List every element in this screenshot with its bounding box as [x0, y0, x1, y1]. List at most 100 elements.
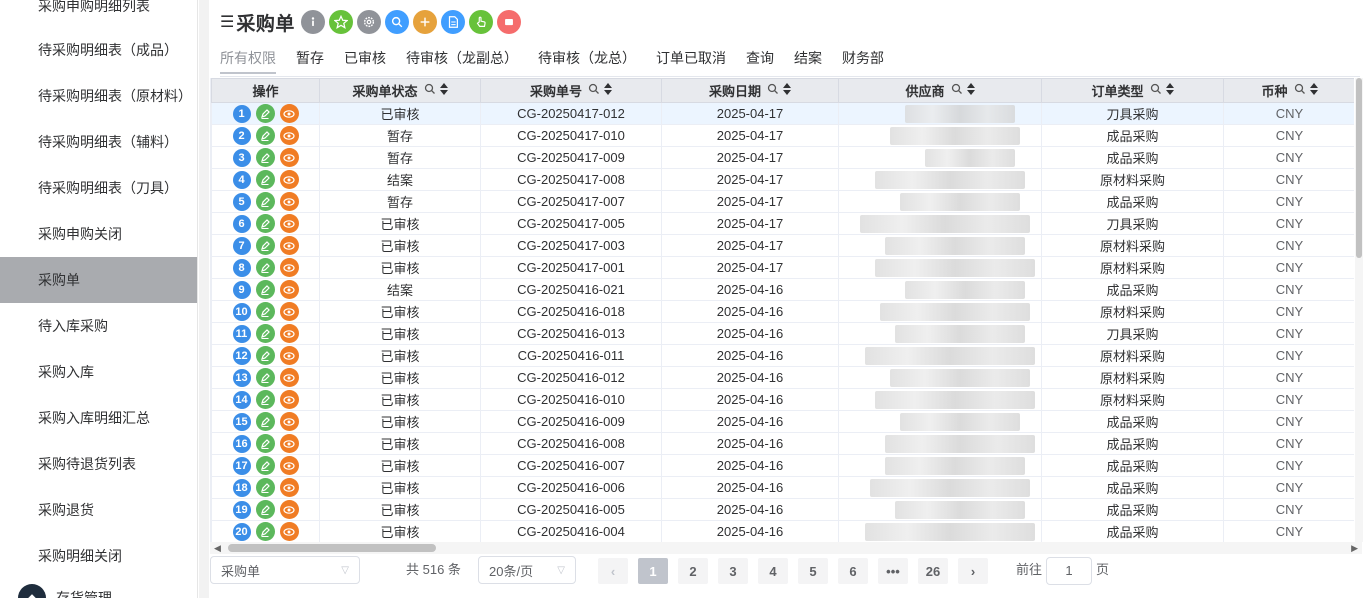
table-row[interactable]: 7 已审核 CG-20250417-003 2025-04-17 原材料采购 CNY — [211, 234, 1354, 257]
tab-item[interactable]: 暂存 — [296, 42, 324, 74]
table-row[interactable]: 18 已审核 CG-20250416-006 2025-04-16 成品采购 CNY — [211, 476, 1354, 499]
edit-icon[interactable] — [255, 500, 275, 519]
edit-icon[interactable] — [255, 192, 275, 211]
edit-icon[interactable] — [255, 214, 275, 233]
table-row[interactable]: 10 已审核 CG-20250416-018 2025-04-16 原材料采购 CNY — [211, 300, 1354, 323]
edit-icon[interactable] — [255, 236, 275, 255]
sidebar-item[interactable]: 采购退货 — [0, 487, 197, 533]
sidebar-item[interactable]: 待入库采购 — [0, 303, 197, 349]
sidebar-item[interactable]: 采购申购明细列表 — [0, 0, 197, 29]
table-row[interactable]: 9 结案 CG-20250416-021 2025-04-16 成品采购 CNY — [211, 278, 1354, 301]
view-icon[interactable] — [279, 324, 299, 343]
view-icon[interactable] — [279, 170, 299, 189]
table-row[interactable]: 3 暂存 CG-20250417-009 2025-04-17 成品采购 CNY — [211, 146, 1354, 169]
filter-search-icon[interactable] — [1150, 83, 1162, 98]
sidebar-item[interactable]: 待采购明细表（刀具） — [0, 165, 197, 211]
sort-icon[interactable] — [1309, 83, 1318, 98]
table-row[interactable]: 12 已审核 CG-20250416-011 2025-04-16 原材料采购 CNY — [211, 344, 1354, 367]
page-button[interactable]: 6 — [838, 558, 868, 584]
edit-icon[interactable] — [255, 170, 275, 189]
sidebar-item[interactable]: 待采购明细表（成品） — [0, 27, 197, 73]
table-row[interactable]: 13 已审核 CG-20250416-012 2025-04-16 原材料采购 CNY — [211, 366, 1354, 389]
edit-icon[interactable] — [255, 148, 275, 167]
plus-button[interactable] — [412, 10, 437, 34]
view-icon[interactable] — [279, 104, 299, 123]
view-icon[interactable] — [279, 368, 299, 387]
goto-page-input[interactable]: 1 — [1046, 557, 1092, 585]
table-row[interactable]: 5 暂存 CG-20250417-007 2025-04-17 成品采购 CNY — [211, 190, 1354, 213]
page-button[interactable]: 3 — [718, 558, 748, 584]
table-row[interactable]: 19 已审核 CG-20250416-005 2025-04-16 成品采购 CNY — [211, 498, 1354, 521]
page-button[interactable]: 26 — [918, 558, 948, 584]
table-row[interactable]: 17 已审核 CG-20250416-007 2025-04-16 成品采购 CNY — [211, 454, 1354, 477]
column-header[interactable]: 采购日期 — [661, 78, 839, 103]
vertical-scroll-thumb[interactable] — [1356, 78, 1362, 258]
sort-icon[interactable] — [604, 83, 612, 98]
edit-icon[interactable] — [255, 456, 275, 475]
view-icon[interactable] — [279, 500, 299, 519]
scroll-right-icon[interactable]: ▶ — [1351, 542, 1358, 554]
sidebar-item[interactable]: 待采购明细表（原材料） — [0, 73, 197, 119]
column-header[interactable]: 采购单号 — [480, 78, 662, 103]
sidebar-item[interactable]: 采购单 — [0, 257, 197, 303]
star-button[interactable] — [328, 10, 353, 34]
column-header[interactable]: 操作 — [211, 78, 320, 103]
table-row[interactable]: 11 已审核 CG-20250416-013 2025-04-16 刀具采购 CNY — [211, 322, 1354, 345]
table-row[interactable]: 8 已审核 CG-20250417-001 2025-04-17 原材料采购 CNY — [211, 256, 1354, 279]
tab-item[interactable]: 所有权限 — [220, 42, 276, 74]
edit-icon[interactable] — [255, 522, 275, 541]
view-icon[interactable] — [279, 258, 299, 277]
filter-search-icon[interactable] — [424, 83, 436, 98]
view-icon[interactable] — [279, 346, 299, 365]
sidebar-item[interactable]: 采购入库 — [0, 349, 197, 395]
menu-icon[interactable]: ☰ — [220, 12, 234, 32]
table-row[interactable]: 16 已审核 CG-20250416-008 2025-04-16 成品采购 CNY — [211, 432, 1354, 455]
edit-icon[interactable] — [255, 434, 275, 453]
view-icon[interactable] — [279, 126, 299, 145]
search-button[interactable] — [384, 10, 409, 34]
column-header[interactable]: 订单类型 — [1041, 78, 1224, 103]
tab-item[interactable]: 待审核（龙副总） — [406, 42, 518, 74]
filter-search-icon[interactable] — [1294, 83, 1306, 98]
edit-icon[interactable] — [255, 280, 275, 299]
table-row[interactable]: 4 结案 CG-20250417-008 2025-04-17 原材料采购 CNY — [211, 168, 1354, 191]
edit-icon[interactable] — [255, 324, 275, 343]
column-header[interactable]: 采购单状态 — [319, 78, 481, 103]
sidebar-group-inventory[interactable]: ◆ 存货管理 — [18, 584, 112, 598]
sidebar-item[interactable]: 采购入库明细汇总 — [0, 395, 197, 441]
sort-icon[interactable] — [783, 83, 791, 98]
scroll-left-icon[interactable]: ◀ — [214, 542, 221, 554]
horizontal-scroll-thumb[interactable] — [228, 544, 436, 552]
more-pages-button[interactable]: ••• — [878, 558, 908, 584]
edit-icon[interactable] — [255, 302, 275, 321]
edit-icon[interactable] — [255, 104, 275, 123]
edit-icon[interactable] — [255, 258, 275, 277]
table-row[interactable]: 14 已审核 CG-20250416-010 2025-04-16 原材料采购 CNY — [211, 388, 1354, 411]
view-icon[interactable] — [279, 280, 299, 299]
settings-button[interactable] — [356, 10, 381, 34]
filter-search-icon[interactable] — [951, 83, 963, 98]
view-icon[interactable] — [279, 192, 299, 211]
tab-item[interactable]: 已审核 — [344, 42, 386, 74]
sidebar-item[interactable]: 采购待退货列表 — [0, 441, 197, 487]
delete-button[interactable] — [496, 10, 521, 34]
vertical-scrollbar[interactable] — [1355, 78, 1363, 542]
sort-icon[interactable] — [1165, 83, 1174, 98]
view-icon[interactable] — [279, 390, 299, 409]
view-icon[interactable] — [279, 412, 299, 431]
table-row[interactable]: 1 已审核 CG-20250417-012 2025-04-17 刀具采购 CNY — [211, 102, 1354, 125]
page-button[interactable]: 1 — [638, 558, 668, 584]
view-select[interactable]: 采购单 ▽ — [210, 556, 360, 584]
sidebar-item[interactable]: 待采购明细表（辅料） — [0, 119, 197, 165]
edit-icon[interactable] — [255, 368, 275, 387]
info-button[interactable] — [300, 10, 325, 34]
edit-icon[interactable] — [255, 478, 275, 497]
sidebar-item[interactable]: 采购明细关闭 — [0, 533, 197, 579]
view-icon[interactable] — [279, 302, 299, 321]
page-button[interactable]: 5 — [798, 558, 828, 584]
view-icon[interactable] — [279, 236, 299, 255]
column-header[interactable]: 供应商 — [838, 78, 1042, 103]
table-row[interactable]: 15 已审核 CG-20250416-009 2025-04-16 成品采购 CNY — [211, 410, 1354, 433]
document-button[interactable] — [440, 10, 465, 34]
edit-icon[interactable] — [255, 390, 275, 409]
